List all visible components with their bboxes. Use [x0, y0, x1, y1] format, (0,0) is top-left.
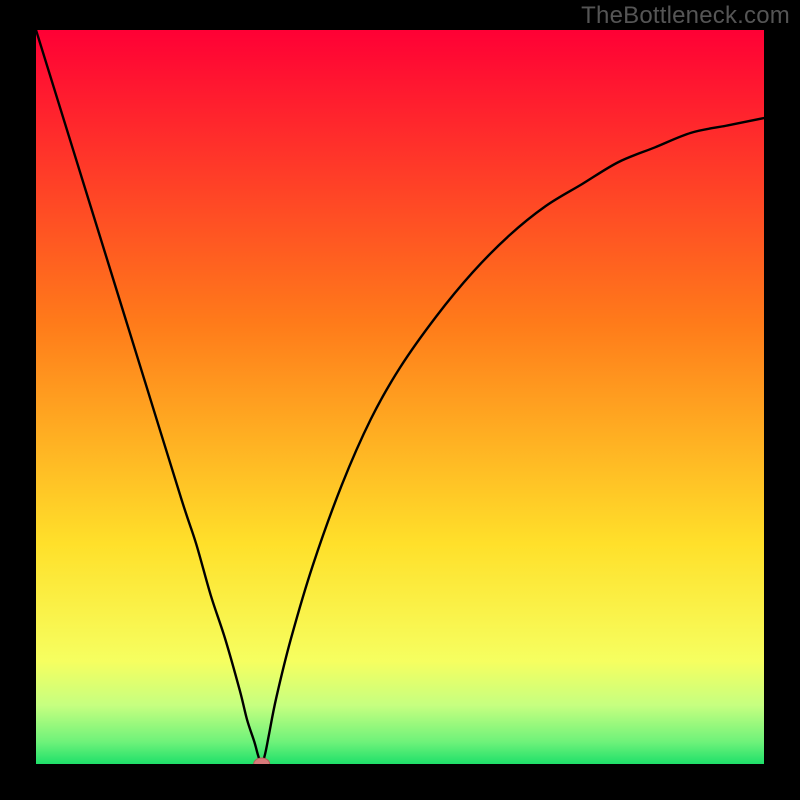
- bottleneck-chart: [36, 30, 764, 764]
- chart-frame: TheBottleneck.com: [0, 0, 800, 800]
- plot-area: [36, 30, 764, 764]
- watermark-text: TheBottleneck.com: [581, 2, 790, 30]
- gradient-bg: [36, 30, 764, 764]
